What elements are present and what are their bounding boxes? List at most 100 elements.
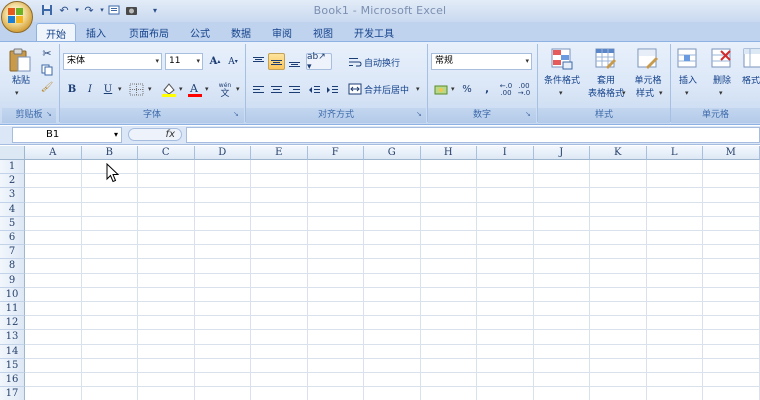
cell-F13[interactable] <box>307 330 364 345</box>
cell-G1[interactable] <box>364 160 421 175</box>
cell-L7[interactable] <box>646 245 703 260</box>
column-header-d[interactable]: D <box>194 146 251 160</box>
align-bottom-icon[interactable] <box>286 53 303 70</box>
cell-K11[interactable] <box>590 302 647 317</box>
cell-J17[interactable] <box>534 387 590 400</box>
cell-L17[interactable] <box>647 387 703 400</box>
tab-review[interactable]: 审阅 <box>264 23 300 42</box>
cell-M7[interactable] <box>703 245 760 260</box>
column-header-m[interactable]: M <box>703 146 760 160</box>
cell-J9[interactable] <box>533 273 590 288</box>
cell-I12[interactable] <box>477 316 534 331</box>
cell-K17[interactable] <box>590 387 647 400</box>
cell-G11[interactable] <box>364 302 421 317</box>
cell-D2[interactable] <box>194 174 251 189</box>
row-header-2[interactable]: 2 <box>0 174 25 189</box>
format-cells-icon[interactable] <box>742 47 760 71</box>
comma-button[interactable]: , <box>479 81 495 98</box>
phonetic-dropdown-icon[interactable]: ▾ <box>236 85 240 93</box>
cell-C12[interactable] <box>138 316 195 331</box>
cell-B8[interactable] <box>81 259 138 274</box>
cell-styles-button[interactable]: 样式 <box>632 89 658 100</box>
cell-I3[interactable] <box>477 188 534 203</box>
wrap-text-icon[interactable] <box>348 55 362 69</box>
cell-M9[interactable] <box>703 273 760 288</box>
cell-A14[interactable] <box>25 344 82 359</box>
cell-I13[interactable] <box>477 330 534 345</box>
cell-C4[interactable] <box>138 202 195 217</box>
merge-dropdown-icon[interactable]: ▾ <box>416 85 420 93</box>
cell-K2[interactable] <box>590 174 647 189</box>
cell-E7[interactable] <box>251 245 308 260</box>
cell-J3[interactable] <box>533 188 590 203</box>
name-box-dropdown-icon[interactable]: ▾ <box>114 128 118 142</box>
delete-cells-button[interactable]: 删除 <box>708 76 736 87</box>
cell-I2[interactable] <box>477 174 534 189</box>
cell-M3[interactable] <box>703 188 760 203</box>
cell-C3[interactable] <box>138 188 195 203</box>
tab-page-layout[interactable]: 页面布局 <box>120 23 178 42</box>
cell-A15[interactable] <box>25 358 82 373</box>
fill-color-dropdown-icon[interactable]: ▾ <box>179 85 183 93</box>
cell-M5[interactable] <box>703 216 760 231</box>
cell-F2[interactable] <box>307 174 364 189</box>
tab-view[interactable]: 视图 <box>304 23 342 42</box>
cell-C14[interactable] <box>138 344 195 359</box>
cell-G17[interactable] <box>364 387 421 400</box>
percent-button[interactable]: % <box>459 81 475 98</box>
cell-E12[interactable] <box>251 316 308 331</box>
cell-C15[interactable] <box>138 358 195 373</box>
cell-M10[interactable] <box>703 287 760 302</box>
cell-B4[interactable] <box>81 202 138 217</box>
cell-F4[interactable] <box>307 202 364 217</box>
cell-K6[interactable] <box>590 231 647 246</box>
cell-D15[interactable] <box>194 358 251 373</box>
column-header-j[interactable]: J <box>533 146 590 160</box>
cell-B13[interactable] <box>81 330 138 345</box>
cell-D8[interactable] <box>194 259 251 274</box>
cell-I6[interactable] <box>477 231 534 246</box>
cell-D13[interactable] <box>194 330 251 345</box>
cell-D4[interactable] <box>194 202 251 217</box>
italic-button[interactable]: I <box>82 81 98 98</box>
align-left-icon[interactable] <box>250 81 267 98</box>
cell-E4[interactable] <box>251 202 308 217</box>
tab-developer[interactable]: 开发工具 <box>348 23 400 42</box>
column-header-g[interactable]: G <box>364 146 421 160</box>
cell-K1[interactable] <box>590 160 647 175</box>
cell-L4[interactable] <box>646 202 703 217</box>
cell-J14[interactable] <box>533 344 590 359</box>
cell-E9[interactable] <box>251 273 308 288</box>
align-right-icon[interactable] <box>286 81 303 98</box>
cell-D16[interactable] <box>194 373 251 388</box>
cell-B12[interactable] <box>81 316 138 331</box>
cell-M2[interactable] <box>703 174 760 189</box>
cell-H12[interactable] <box>420 316 477 331</box>
cell-F10[interactable] <box>307 287 364 302</box>
cell-G12[interactable] <box>364 316 421 331</box>
cell-D17[interactable] <box>195 387 251 400</box>
cell-J2[interactable] <box>533 174 590 189</box>
cell-I5[interactable] <box>477 216 534 231</box>
cell-J16[interactable] <box>533 373 590 388</box>
row-header-7[interactable]: 7 <box>0 245 25 260</box>
cell-D6[interactable] <box>194 231 251 246</box>
shrink-font-button[interactable]: A ▾ <box>225 53 241 70</box>
cell-I4[interactable] <box>477 202 534 217</box>
cell-J7[interactable] <box>533 245 590 260</box>
alignment-launcher-icon[interactable]: ↘ <box>416 110 422 118</box>
align-top-icon[interactable] <box>250 53 267 70</box>
row-header-16[interactable]: 16 <box>0 373 25 388</box>
cell-A5[interactable] <box>25 216 82 231</box>
align-middle-icon[interactable] <box>268 53 285 70</box>
tab-formulas[interactable]: 公式 <box>182 23 218 42</box>
cell-H9[interactable] <box>420 273 477 288</box>
cell-K9[interactable] <box>590 273 647 288</box>
cell-B16[interactable] <box>81 373 138 388</box>
cell-J8[interactable] <box>533 259 590 274</box>
cell-M17[interactable] <box>703 387 760 400</box>
orientation-icon[interactable]: ab↗ ▾ <box>306 52 332 72</box>
cell-C11[interactable] <box>138 302 195 317</box>
cell-K16[interactable] <box>590 373 647 388</box>
cell-B6[interactable] <box>81 231 138 246</box>
